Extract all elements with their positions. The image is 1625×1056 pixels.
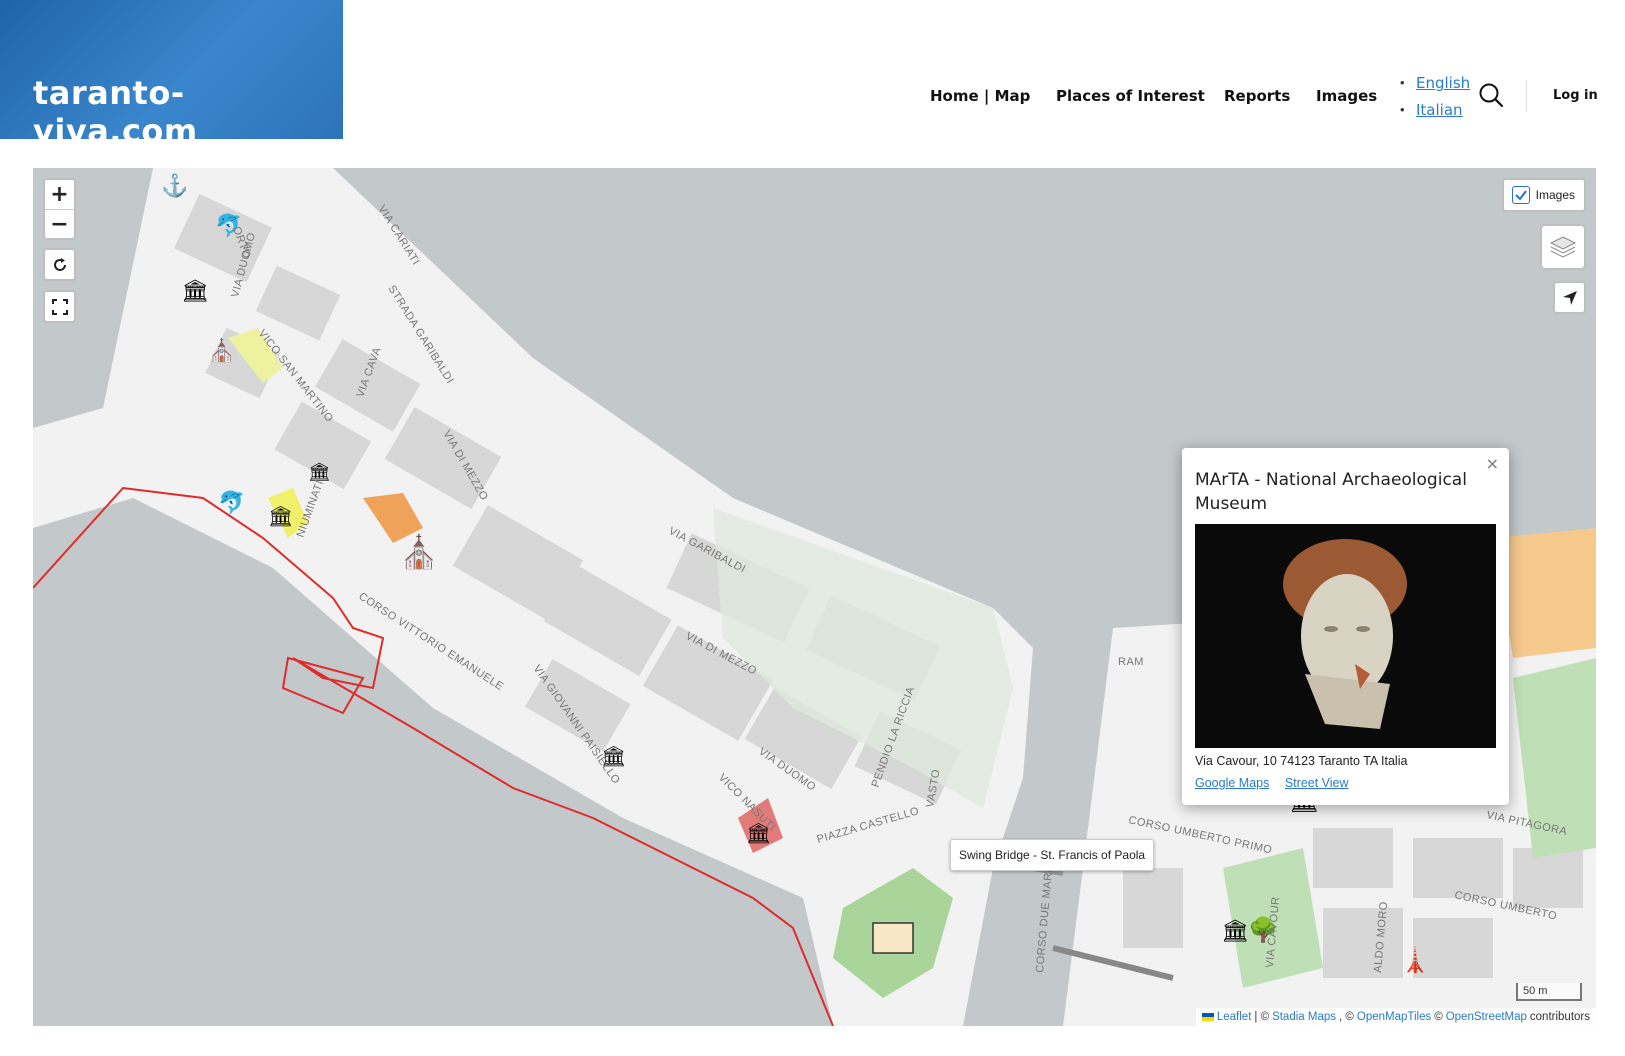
museum-icon-3[interactable]: 🏛 bbox=[268, 505, 293, 528]
stadia-maps-link[interactable]: Stadia Maps bbox=[1272, 1011, 1336, 1023]
popup-title: MArTA - National Archaeological Museum bbox=[1195, 470, 1467, 514]
nav-home-map[interactable]: Home | Map bbox=[930, 87, 1030, 105]
statue-head-image bbox=[1195, 524, 1496, 748]
locate-me-button[interactable] bbox=[1553, 281, 1586, 314]
reset-view-button[interactable] bbox=[43, 248, 76, 281]
nav-reports[interactable]: Reports bbox=[1224, 87, 1290, 105]
language-item-english: English bbox=[1400, 72, 1470, 99]
popup-close-button[interactable]: × bbox=[1486, 454, 1499, 473]
street-label: CORSO DUE MARI bbox=[1034, 868, 1055, 973]
openstreetmap-link[interactable]: OpenStreetMap bbox=[1446, 1011, 1527, 1023]
site-logo-text[interactable]: taranto-viva.com bbox=[33, 74, 343, 150]
map-container[interactable]: ⚓ 🐬 🏛 ⛪ 🏛 🐬 🏛 ⛪ 🏛 🏛 🏛 🏛 🌳 🗼 VIA CARIATIS… bbox=[33, 168, 1596, 1026]
attribution-separator-2: , © bbox=[1339, 1011, 1354, 1023]
nav-images[interactable]: Images bbox=[1316, 87, 1377, 105]
login-link[interactable]: Log in bbox=[1553, 88, 1598, 103]
museum-icon[interactable]: 🏛 bbox=[181, 278, 209, 303]
location-arrow-icon bbox=[1562, 290, 1577, 305]
church-icon[interactable]: ⛪ bbox=[208, 337, 235, 363]
header-divider bbox=[1526, 80, 1527, 112]
attribution-separator-3: © bbox=[1434, 1011, 1443, 1023]
fullscreen-icon bbox=[51, 298, 68, 315]
bridge-tooltip: Swing Bridge - St. Francis of Paola bbox=[950, 839, 1155, 871]
google-maps-link[interactable]: Google Maps bbox=[1195, 776, 1269, 790]
nav-places-of-interest[interactable]: Places of Interest bbox=[1056, 87, 1205, 105]
street-label: RAM bbox=[1118, 656, 1144, 668]
language-list: English Italian bbox=[1400, 72, 1470, 126]
images-layer-toggle[interactable]: Images bbox=[1501, 178, 1586, 212]
leaflet-link[interactable]: Leaflet bbox=[1217, 1011, 1252, 1023]
cathedral-icon[interactable]: ⛪ bbox=[399, 533, 439, 570]
popup-address: Via Cavour, 10 74123 Taranto TA Italia bbox=[1195, 754, 1408, 768]
attribution-separator-1: | © bbox=[1254, 1011, 1270, 1023]
dolphin-icon-2[interactable]: 🐬 bbox=[218, 489, 245, 515]
map-attribution: Leaflet | © Stadia Maps , © OpenMapTiles… bbox=[1195, 1008, 1596, 1026]
search-icon[interactable] bbox=[1478, 82, 1504, 108]
layers-icon bbox=[1549, 236, 1577, 258]
fullscreen-button[interactable] bbox=[43, 290, 76, 323]
language-item-italian: Italian bbox=[1400, 99, 1470, 126]
castle-icon[interactable] bbox=[872, 922, 914, 954]
language-italian-link[interactable]: Italian bbox=[1416, 101, 1463, 119]
images-checkbox[interactable] bbox=[1511, 186, 1530, 204]
reload-icon bbox=[53, 257, 66, 271]
zoom-out-button[interactable]: − bbox=[45, 209, 74, 238]
anchor-icon[interactable]: ⚓ bbox=[161, 173, 188, 198]
street-view-link[interactable]: Street View bbox=[1285, 776, 1349, 790]
zoom-control: + − bbox=[43, 178, 76, 240]
layers-button[interactable] bbox=[1540, 224, 1586, 270]
openmaptiles-link[interactable]: OpenMapTiles bbox=[1357, 1011, 1431, 1023]
monument-icon[interactable]: 🗼 bbox=[1400, 945, 1430, 974]
ukraine-flag-icon bbox=[1201, 1013, 1214, 1021]
popup-image-statue-head[interactable] bbox=[1195, 524, 1496, 748]
language-english-link[interactable]: English bbox=[1416, 74, 1470, 92]
museum-icon-2[interactable]: 🏛 bbox=[308, 462, 331, 482]
images-toggle-label: Images bbox=[1535, 188, 1575, 202]
popup-links: Google Maps Street View bbox=[1195, 776, 1361, 790]
museum-icon-6[interactable]: 🏛 bbox=[1221, 918, 1249, 943]
poi-popup: × MArTA - National Archaeological Museum… bbox=[1182, 448, 1509, 805]
attribution-contributors: contributors bbox=[1529, 1011, 1590, 1023]
checkmark-icon bbox=[1514, 190, 1527, 201]
site-logo[interactable]: taranto-viva.com bbox=[0, 0, 343, 150]
pier-outline bbox=[281, 656, 365, 715]
map-scale: 50 m bbox=[1516, 983, 1582, 1001]
zoom-in-button[interactable]: + bbox=[45, 180, 74, 209]
